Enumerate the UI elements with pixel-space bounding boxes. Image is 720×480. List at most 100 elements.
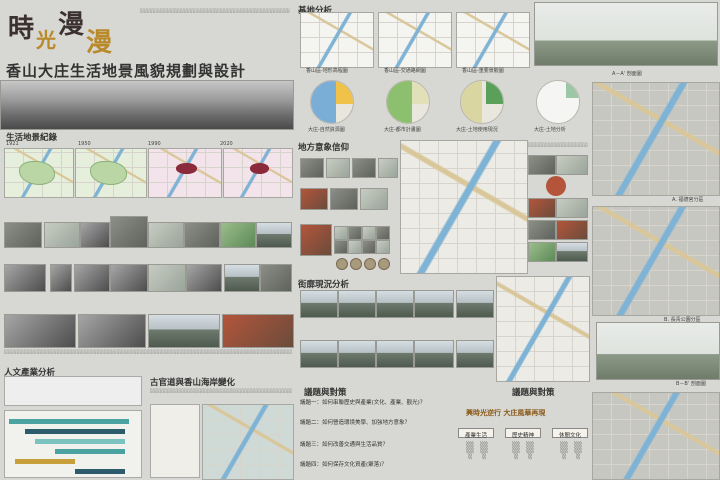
plan-b-map	[592, 206, 720, 316]
history-map-1950	[75, 148, 147, 198]
street-photo	[414, 340, 454, 368]
base-caption: 大庄-都市計畫圖	[384, 127, 421, 133]
history-map-1921	[4, 148, 74, 198]
street-photo	[456, 290, 494, 318]
history-photo	[148, 314, 220, 348]
section-bb-view	[596, 322, 720, 380]
belief-dot	[350, 258, 362, 270]
history-photo	[186, 264, 222, 292]
belief-dot	[336, 258, 348, 270]
street-photo	[376, 340, 414, 368]
section-local-belief: 地方意象信仰	[298, 143, 350, 153]
temple-photo	[222, 314, 294, 348]
belief-icon	[334, 226, 348, 240]
history-photo	[78, 314, 146, 348]
local-highlight	[546, 176, 566, 196]
history-photo	[184, 222, 220, 248]
year-1921: 1921	[6, 141, 19, 147]
vision-col: ░░░░░	[512, 442, 520, 460]
history-photo	[220, 222, 256, 248]
plan-c-map	[592, 392, 720, 480]
history-photo	[224, 264, 260, 292]
local-photo	[556, 220, 588, 240]
history-photo	[44, 222, 80, 248]
belief-icon	[334, 240, 348, 254]
poster-title: 時光漫漫	[8, 8, 114, 58]
base-map-2	[378, 12, 452, 68]
issue-1: 議題一：如何串聯歷史與產業(文化、產業、觀光)？	[300, 400, 426, 406]
vision-col: ░░░░░	[466, 442, 474, 460]
section-issue: 議題與對策	[304, 388, 347, 398]
history-photo	[148, 222, 184, 248]
street-photo	[456, 340, 494, 368]
year-2020: 2020	[220, 141, 233, 147]
base-caption: 香山區-地形高程圖	[306, 68, 348, 74]
vision-item-2: 歷史精神	[505, 428, 541, 439]
vision-slogan: 興時光逆行 大庄風華再現	[466, 409, 546, 417]
belief-icon	[348, 226, 362, 240]
history-photo	[50, 264, 72, 292]
local-photo	[528, 155, 556, 175]
base-circle-land	[536, 80, 580, 124]
local-photo	[528, 220, 556, 240]
base-caption: 大庄-土地分析	[534, 127, 566, 133]
local-photo	[528, 242, 556, 262]
coast-legend	[150, 404, 200, 478]
history-photo	[4, 264, 46, 292]
issue-4: 議題四：如何保存文化資產(聚落)？	[300, 462, 387, 468]
belief-photo	[330, 188, 358, 210]
title-char-1: 時	[8, 14, 37, 44]
belief-photo	[378, 158, 398, 178]
history-photo	[74, 264, 110, 292]
street-map	[496, 276, 590, 382]
belief-photo	[352, 158, 376, 178]
history-photo	[4, 222, 42, 248]
title-char-3: 漫	[58, 10, 87, 40]
belief-dot	[378, 258, 390, 270]
local-photo	[528, 198, 556, 218]
section-aa-view	[534, 2, 718, 66]
base-circle-nature	[310, 80, 354, 124]
history-photo	[80, 222, 110, 248]
street-photo	[338, 340, 376, 368]
base-circle-plan	[386, 80, 430, 124]
history-photo	[256, 222, 292, 248]
year-1990: 1990	[148, 141, 161, 147]
belief-photo	[300, 188, 328, 210]
section-street: 街廓現況分析	[298, 280, 350, 290]
belief-icon	[376, 240, 390, 254]
belief-dot	[364, 258, 376, 270]
vision-col: ░░░░░	[526, 442, 534, 460]
belief-icon	[376, 226, 390, 240]
base-caption: 大庄-土地使用現況	[456, 127, 498, 133]
local-map	[400, 140, 528, 274]
intro-paragraph: ░░░░░░░░░░░░░░░░░░░░░░░░░░░░░░░░░░░░░░░░…	[140, 8, 290, 13]
history-notes: ░░░░░░░░░░░░░░░░░░░░░░░░░░░░░░░░░░░░░░░░…	[4, 349, 292, 354]
hero-photo	[0, 80, 294, 130]
base-circle-landuse	[460, 80, 504, 124]
belief-icon	[362, 240, 376, 254]
history-map-2020	[223, 148, 293, 198]
base-map-1	[300, 12, 374, 68]
poster-subtitle: 香山大庄生活地景風貌規劃與設計	[6, 62, 247, 80]
belief-photo	[300, 158, 324, 178]
vision-item-3: 休閒文化	[552, 428, 588, 439]
belief-icon	[348, 240, 362, 254]
street-photo	[376, 290, 414, 318]
vision-col: ░░░░░	[574, 442, 582, 460]
street-photo	[300, 290, 338, 318]
title-char-4: 漫	[86, 28, 115, 58]
street-photo	[300, 340, 338, 368]
plan-a-map	[592, 82, 720, 196]
base-caption: 香山區-交通路網圖	[384, 68, 426, 74]
history-photo	[4, 314, 76, 348]
history-photo	[148, 264, 186, 292]
base-caption: 大庄-自然資源圖	[308, 127, 345, 133]
history-photo	[260, 264, 292, 292]
coast-map	[202, 404, 294, 480]
street-photo	[414, 290, 454, 318]
year-1950: 1950	[78, 141, 91, 147]
temple-photo	[300, 224, 332, 256]
section-vision: 議題與對策	[512, 388, 555, 398]
base-map-3	[456, 12, 530, 68]
